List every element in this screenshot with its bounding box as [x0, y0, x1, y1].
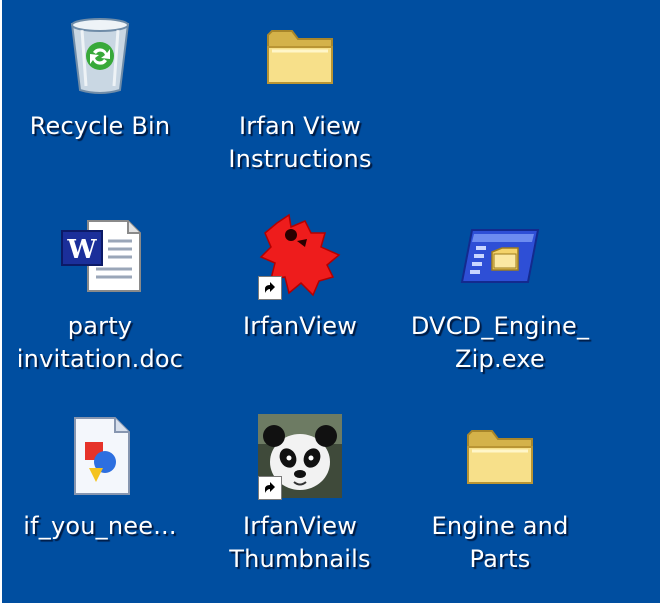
shortcut-arrow-icon: [258, 476, 282, 500]
desktop-icon-label: Irfan View Instructions: [228, 112, 372, 173]
desktop-icon-label: if_you_nee...: [23, 512, 177, 540]
folder-icon: [252, 8, 348, 104]
irfanview-icon: [252, 208, 348, 304]
desktop-icon-label: party invitation.doc: [16, 312, 184, 373]
desktop-icon-irfanview-thumbnails[interactable]: IrfanView Thumbnails: [210, 408, 390, 576]
shortcut-arrow-icon: [258, 276, 282, 300]
panda-thumbnail-icon: [252, 408, 348, 504]
word-document-icon: W: [52, 208, 148, 304]
desktop-icon-recycle-bin[interactable]: Recycle Bin: [10, 8, 190, 143]
desktop-icon-irfanview[interactable]: IrfanView: [210, 208, 390, 343]
desktop-icon-engine-and-parts[interactable]: Engine and Parts: [410, 408, 590, 576]
desktop-icon-if-you-nee[interactable]: if_you_nee...: [10, 408, 190, 543]
desktop-icon-label: Engine and Parts: [431, 512, 569, 573]
desktop-icon-party-invitation[interactable]: W party invitation.doc: [10, 208, 190, 376]
folder-icon: [452, 408, 548, 504]
desktop: Recycle Bin Irfan View Instructions W pa…: [2, 0, 660, 603]
svg-text:W: W: [66, 235, 97, 265]
desktop-icon-label: IrfanView Thumbnails: [229, 512, 371, 573]
desktop-icon-label: Recycle Bin: [29, 112, 171, 140]
desktop-icon-irfan-view-instructions[interactable]: Irfan View Instructions: [210, 8, 390, 176]
installer-exe-icon: [452, 208, 548, 304]
desktop-icon-dvcd-engine-zip[interactable]: DVCD_Engine_ Zip.exe: [410, 208, 590, 376]
desktop-icon-label: DVCD_Engine_ Zip.exe: [410, 312, 590, 373]
desktop-icon-label: IrfanView: [242, 312, 358, 340]
generic-document-icon: [52, 408, 148, 504]
recycle-bin-icon: [52, 8, 148, 104]
